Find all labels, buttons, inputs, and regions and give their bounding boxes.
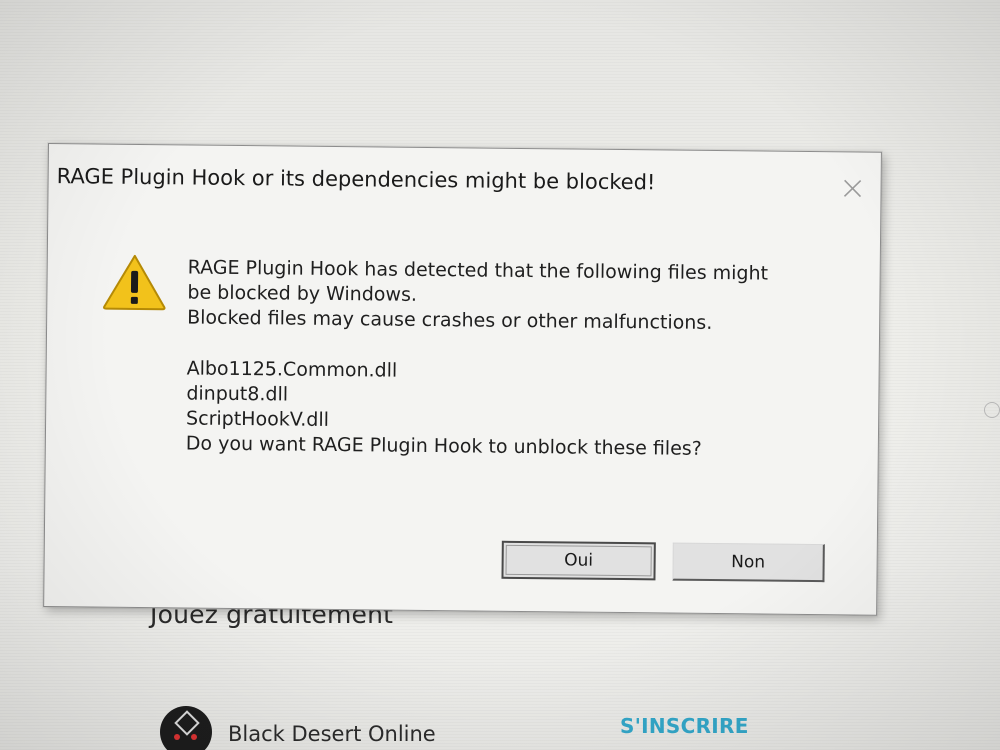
signup-link[interactable]: S'INSCRIRE	[620, 714, 749, 738]
no-button[interactable]: Non	[672, 542, 825, 583]
dialog-message: RAGE Plugin Hook has detected that the f…	[186, 255, 848, 463]
game-avatar	[160, 706, 212, 750]
close-icon[interactable]	[838, 174, 866, 202]
dialog-title: RAGE Plugin Hook or its dependencies mig…	[56, 164, 656, 195]
dialog-titlebar[interactable]: RAGE Plugin Hook or its dependencies mig…	[48, 144, 881, 223]
blocked-files-dialog: RAGE Plugin Hook or its dependencies mig…	[43, 143, 882, 616]
game-list-item[interactable]: Black Desert Online S'INSCRIRE	[160, 706, 760, 750]
edge-circle-icon	[984, 402, 1000, 418]
game-name: Black Desert Online	[228, 722, 436, 746]
warning-icon	[101, 253, 168, 312]
blocked-file-list: Albo1125.Common.dll dinput8.dll ScriptHo…	[186, 356, 847, 438]
yes-button[interactable]: Oui	[501, 540, 656, 581]
